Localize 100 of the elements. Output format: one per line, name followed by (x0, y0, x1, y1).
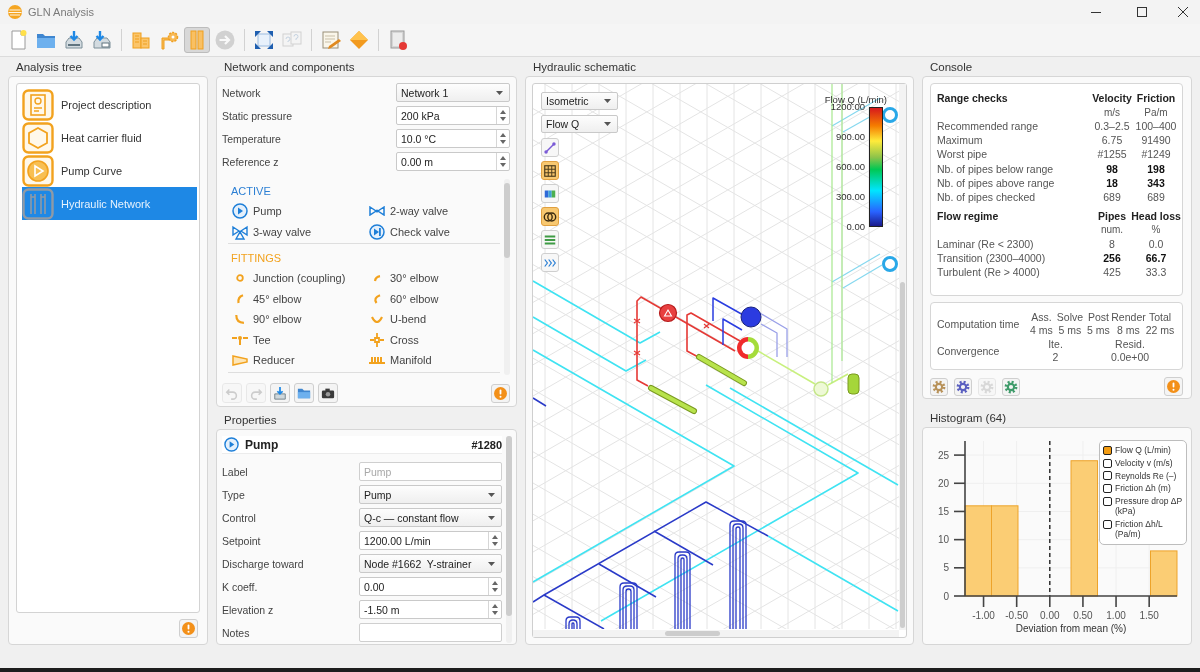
alert-icon (494, 386, 507, 400)
value-text: #1255 (1097, 148, 1127, 161)
property-select[interactable]: Q-c — constant flow (359, 508, 502, 527)
vertical-scrollbar[interactable] (899, 84, 906, 630)
document-icon (22, 88, 54, 121)
three-way-valve-icon (232, 223, 248, 240)
section-heading: ACTIVE (231, 184, 271, 198)
component-item[interactable]: Reducer (232, 354, 295, 367)
property-spin-box[interactable]: 0.00 (359, 577, 502, 596)
gear-button[interactable] (930, 377, 948, 396)
field-label: Setpoint (222, 534, 262, 547)
component-item[interactable]: 2-way valve (369, 205, 449, 218)
column-header: Resid. (1115, 337, 1145, 350)
component-id: #1280 (471, 438, 502, 451)
component-item[interactable]: Pump (232, 203, 282, 220)
network-spin-box[interactable]: 200 kPa (396, 106, 510, 125)
checkbox[interactable] (1103, 483, 1112, 493)
field-label: Reference z (222, 155, 280, 168)
legend-item[interactable]: Friction Δh/L (Pa/m) (1103, 517, 1183, 541)
component-item[interactable]: 60° elbow (369, 292, 439, 305)
tree-item[interactable]: Project description (22, 88, 197, 121)
field-label: Elevation z (222, 603, 275, 616)
property-spin-box[interactable]: -1.50 m (359, 600, 502, 619)
action-button[interactable] (318, 383, 338, 403)
property-select[interactable]: Pump (359, 485, 502, 504)
property-input[interactable]: Pump (359, 462, 502, 481)
property-select[interactable]: Node #1662 Y-strainer (359, 554, 502, 573)
view-select[interactable]: Isometric (541, 92, 618, 110)
gear-icon (956, 379, 970, 394)
tank-node (847, 373, 860, 395)
redo-icon (249, 386, 263, 400)
layers-icon (543, 232, 557, 247)
component-item[interactable]: Check valve (369, 223, 450, 240)
row-label: Worst pipe (937, 148, 988, 161)
component-item[interactable]: 30° elbow (369, 272, 439, 285)
tick-label: 25 (937, 449, 949, 461)
alert-button[interactable] (491, 383, 510, 403)
legend-item[interactable]: Velocity v (m/s) (1103, 456, 1183, 470)
view-tool-button[interactable] (541, 207, 559, 226)
gear-icon (932, 379, 946, 394)
network-spin-box[interactable]: 0.00 m (396, 152, 510, 171)
component-item[interactable]: 90° elbow (232, 313, 302, 326)
manifold-icon (369, 356, 385, 365)
vertical-scrollbar[interactable] (506, 436, 512, 643)
legend-item[interactable]: Friction Δh (m) (1103, 482, 1183, 495)
drive-save-icon (91, 29, 113, 51)
network-spin-box[interactable]: 10.0 °C (396, 129, 510, 148)
gear-button[interactable] (954, 377, 972, 396)
network-select[interactable]: Network 1 (396, 83, 510, 102)
gear-icon (1004, 379, 1018, 394)
table-title: Range checks (937, 92, 1009, 105)
row-label: Laminar (Re < 2300) (937, 238, 1035, 250)
valve-marker (633, 350, 641, 356)
vertical-scrollbar[interactable] (504, 179, 510, 375)
value-text: 425 (1103, 266, 1121, 279)
tree-item[interactable]: Heat carrier fluid (22, 121, 197, 154)
property-spin-box[interactable]: 1200.00 L/min (359, 531, 502, 550)
view-tool-button[interactable] (541, 161, 559, 180)
panel-title: Hydraulic schematic (533, 61, 636, 73)
component-item[interactable]: Junction (coupling) (232, 272, 346, 285)
view-tool-button[interactable] (541, 138, 559, 157)
checkbox[interactable] (1103, 519, 1112, 529)
rings-icon (543, 209, 557, 224)
alert-button[interactable] (1164, 377, 1183, 396)
component-item[interactable]: Manifold (369, 354, 432, 367)
value-text: 2 (1052, 351, 1059, 364)
value-text: 66.7 (1145, 252, 1167, 265)
caret-icon (488, 561, 495, 566)
alert-button[interactable] (179, 619, 198, 638)
legend-item[interactable]: Flow Q (L/min) (1103, 444, 1183, 457)
value-text: 198 (1147, 162, 1165, 175)
panel-title: Analysis tree (16, 61, 82, 73)
quantity-select[interactable]: Flow Q (541, 115, 618, 133)
component-name: Pump (245, 437, 279, 452)
tick-label: 5 (943, 562, 949, 574)
view-tool-button[interactable] (541, 184, 559, 203)
gear-button[interactable] (1002, 377, 1020, 396)
tick-label: 20 (937, 477, 949, 489)
component-item[interactable]: Cross (369, 331, 419, 348)
component-item[interactable]: Tee (232, 333, 271, 346)
horizontal-scrollbar[interactable] (533, 630, 899, 637)
column-header: Total (1148, 310, 1172, 323)
column-header: Ite. (1048, 337, 1063, 350)
property-input[interactable] (359, 623, 502, 642)
checkbox[interactable] (1103, 496, 1112, 506)
checkbox[interactable] (1103, 458, 1112, 468)
checkbox[interactable] (1103, 445, 1112, 455)
tick-label: -0.50 (1005, 610, 1029, 621)
legend-item[interactable]: Pressure drop ΔP (kPa) (1103, 494, 1183, 518)
ring-node (882, 256, 898, 272)
stepper-icon (500, 156, 506, 167)
legend-item[interactable]: Reynolds Re (–) (1103, 469, 1183, 483)
component-item[interactable]: 3-way valve (232, 223, 312, 240)
checkbox[interactable] (1103, 471, 1112, 481)
tree-item[interactable]: Pump Curve (22, 154, 197, 187)
check-valve-icon (369, 223, 385, 240)
unit-label: m/s (1103, 106, 1121, 118)
component-item[interactable]: U-bend (369, 313, 427, 326)
row-label: Turbulent (Re > 4000) (937, 266, 1041, 279)
component-item[interactable]: 45° elbow (232, 292, 302, 305)
